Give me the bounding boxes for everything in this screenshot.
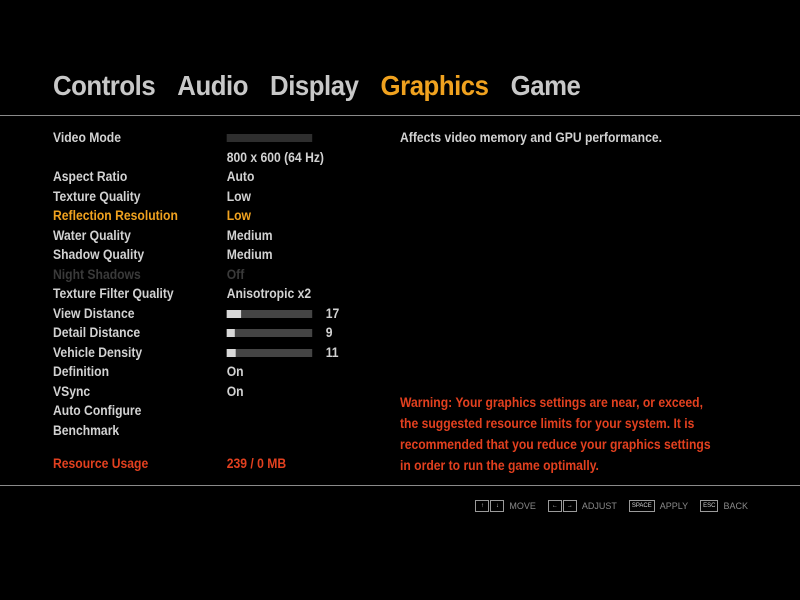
aspect-ratio-row[interactable]: Aspect Ratio Auto	[53, 167, 341, 187]
control-hints: ↑ ↓ MOVE ← → ADJUST SPACE APPLY ESC BACK	[475, 500, 748, 512]
resource-usage-row: Resource Usage 239 / 0 MB	[53, 454, 341, 474]
view-distance-value: 17	[325, 305, 340, 321]
esc-key-icon: ESC	[700, 500, 719, 512]
hint-apply-label: APPLY	[659, 501, 689, 511]
tab-graphics[interactable]: Graphics	[381, 68, 489, 104]
vsync-label: VSync	[53, 383, 91, 399]
video-mode-row[interactable]: Video Mode	[53, 128, 341, 148]
night-shadows-row: Night Shadows Off	[53, 265, 341, 285]
footer-divider	[0, 485, 800, 486]
detail-distance-value: 9	[325, 325, 333, 340]
tab-game[interactable]: Game	[511, 68, 581, 104]
reflection-resolution-row[interactable]: Reflection Resolution Low	[53, 206, 341, 226]
definition-label: Definition	[53, 364, 110, 379]
auto-configure-label: Auto Configure	[53, 403, 142, 418]
space-key-icon: SPACE	[628, 500, 655, 512]
tab-audio[interactable]: Audio	[177, 68, 248, 104]
detail-distance-row[interactable]: Detail Distance 9	[53, 323, 341, 343]
vehicle-density-slider[interactable]	[226, 348, 313, 357]
hint-adjust-label: ADJUST	[581, 501, 617, 511]
detail-distance-slider-fill	[226, 329, 235, 337]
auto-configure-row[interactable]: Auto Configure	[53, 401, 341, 421]
detail-distance-slider[interactable]	[226, 329, 313, 337]
hint-back-label: BACK	[723, 501, 748, 511]
view-distance-label: View Distance	[53, 305, 135, 321]
left-arrow-key-icon: ←	[547, 500, 562, 512]
video-mode-value: 800 x 600 (64 Hz)	[226, 149, 324, 165]
menu-tabs: Controls Audio Display Graphics Game	[53, 68, 581, 104]
graphics-settings-list: Video Mode 800 x 600 (64 Hz) Aspect Rati…	[53, 128, 373, 474]
aspect-ratio-label: Aspect Ratio	[53, 169, 128, 184]
hint-back: ESC BACK	[700, 500, 748, 512]
resource-usage-value: 239 / 0 MB	[226, 456, 287, 471]
texture-quality-value: Low	[226, 188, 251, 204]
vehicle-density-row[interactable]: Vehicle Density 11	[53, 343, 341, 363]
shadow-quality-row[interactable]: Shadow Quality Medium	[53, 245, 341, 265]
night-shadows-label: Night Shadows	[53, 266, 141, 282]
view-distance-slider-fill	[226, 309, 242, 318]
reflection-resolution-label: Reflection Resolution	[53, 208, 178, 223]
video-mode-bar[interactable]	[226, 134, 313, 142]
setting-description: Affects video memory and GPU performance…	[400, 130, 662, 145]
detail-distance-label: Detail Distance	[53, 325, 141, 340]
view-distance-slider[interactable]	[226, 309, 313, 318]
texture-quality-row[interactable]: Texture Quality Low	[53, 187, 341, 207]
definition-value: On	[226, 364, 244, 379]
shadow-quality-label: Shadow Quality	[53, 247, 145, 262]
header-divider	[0, 115, 800, 116]
hint-adjust: ← → ADJUST	[547, 500, 617, 512]
reflection-resolution-value: Low	[226, 208, 251, 223]
texture-filter-quality-label: Texture Filter Quality	[53, 286, 174, 301]
benchmark-label: Benchmark	[53, 422, 120, 438]
vehicle-density-slider-fill	[226, 348, 237, 357]
water-quality-value: Medium	[226, 227, 273, 243]
definition-row[interactable]: Definition On	[53, 362, 341, 382]
night-shadows-value: Off	[226, 266, 245, 282]
hint-move-label: MOVE	[509, 501, 536, 511]
vehicle-density-value: 11	[325, 344, 339, 360]
settings-menu-screen: Controls Audio Display Graphics Game Vid…	[0, 0, 800, 600]
shadow-quality-value: Medium	[226, 247, 273, 262]
aspect-ratio-value: Auto	[226, 169, 255, 184]
texture-filter-quality-value: Anisotropic x2	[226, 286, 312, 301]
up-arrow-key-icon: ↑	[475, 500, 490, 512]
video-mode-value-row: 800 x 600 (64 Hz)	[53, 148, 341, 168]
benchmark-row[interactable]: Benchmark	[53, 421, 341, 441]
tab-controls[interactable]: Controls	[53, 68, 156, 104]
tab-display[interactable]: Display	[270, 68, 359, 104]
hint-move: ↑ ↓ MOVE	[475, 500, 536, 512]
texture-quality-label: Texture Quality	[53, 188, 141, 204]
down-arrow-key-icon: ↓	[490, 500, 505, 512]
water-quality-label: Water Quality	[53, 227, 131, 243]
resource-warning: Warning: Your graphics settings are near…	[400, 395, 711, 473]
resource-usage-label: Resource Usage	[53, 456, 149, 471]
vehicle-density-label: Vehicle Density	[53, 344, 143, 360]
right-arrow-key-icon: →	[562, 500, 577, 512]
water-quality-row[interactable]: Water Quality Medium	[53, 226, 341, 246]
hint-apply: SPACE APPLY	[628, 500, 689, 512]
video-mode-label: Video Mode	[53, 130, 121, 145]
vsync-value: On	[226, 383, 244, 399]
view-distance-row[interactable]: View Distance 17	[53, 304, 341, 324]
texture-filter-quality-row[interactable]: Texture Filter Quality Anisotropic x2	[53, 284, 341, 304]
vsync-row[interactable]: VSync On	[53, 382, 341, 402]
